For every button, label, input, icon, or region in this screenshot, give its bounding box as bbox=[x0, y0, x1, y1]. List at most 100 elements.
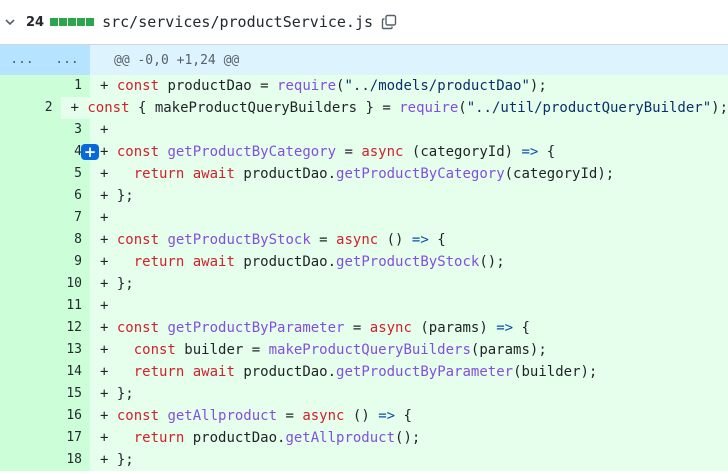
diff-line: 13 + const builder = makeProductQueryBuil… bbox=[0, 339, 728, 361]
diff-line: 6 + }; bbox=[0, 185, 728, 207]
code-token: async bbox=[361, 144, 404, 160]
new-line-number[interactable]: 12 bbox=[44, 317, 90, 339]
diff-line: 16 + const getAllproduct = async () => { bbox=[0, 405, 728, 427]
code-token: require bbox=[277, 78, 337, 94]
code-token: getProductByParameter bbox=[336, 364, 514, 380]
code-line: + const getProductByParameter = async (p… bbox=[90, 317, 728, 339]
old-line-number bbox=[0, 427, 44, 449]
code-token: { makeProductQueryBuilders } = bbox=[129, 100, 400, 116]
new-line-number[interactable]: 10 bbox=[44, 273, 90, 295]
code-token: { bbox=[513, 320, 530, 336]
code-token: = bbox=[277, 408, 303, 424]
old-line-number bbox=[0, 141, 44, 163]
code-token: productDao = bbox=[159, 78, 278, 94]
code-line: + return await productDao.getProductByPa… bbox=[90, 361, 728, 383]
new-line-number[interactable]: 8 bbox=[44, 229, 90, 251]
diffstat-block bbox=[50, 18, 59, 26]
file-path[interactable]: src/services/productService.js bbox=[102, 13, 373, 31]
code-token: + bbox=[100, 364, 134, 380]
code-token: "../util/productQueryBuilder" bbox=[466, 100, 712, 116]
code-token: => bbox=[378, 408, 396, 424]
code-token: const bbox=[116, 232, 160, 248]
diff-table: ... ... @@ -0,0 +1,24 @@ 1 + const produc… bbox=[0, 45, 728, 471]
code-token: = bbox=[344, 320, 370, 336]
code-token: { bbox=[538, 144, 556, 160]
code-token: { bbox=[395, 408, 412, 424]
code-token: (); bbox=[479, 254, 505, 270]
code-token: getAllproduct bbox=[167, 408, 278, 424]
code-token: async bbox=[369, 320, 412, 336]
hunk-header: @@ -0,0 +1,24 @@ bbox=[114, 52, 240, 68]
code-line: + }; bbox=[90, 273, 728, 295]
code-token: productDao. bbox=[234, 166, 337, 182]
old-line-number bbox=[0, 339, 44, 361]
code-token: => bbox=[496, 320, 514, 336]
new-line-number[interactable]: 7 bbox=[44, 207, 90, 229]
expand-up-button[interactable]: ... bbox=[0, 45, 44, 75]
old-line-number bbox=[0, 405, 44, 427]
diff-lines: 1 + const productDao = require("../models… bbox=[0, 75, 728, 471]
code-token: const bbox=[133, 342, 176, 358]
code-token: (categoryId) bbox=[403, 144, 522, 160]
old-line-number bbox=[0, 119, 44, 141]
old-line-number bbox=[0, 229, 44, 251]
chevron-down-icon[interactable] bbox=[4, 16, 16, 28]
diff-line: 14 + return await productDao.getProductBy… bbox=[0, 361, 728, 383]
new-line-number[interactable]: 11 bbox=[44, 295, 90, 317]
new-line-number[interactable]: 2 bbox=[28, 97, 61, 119]
code-token: getProductByStock bbox=[336, 254, 480, 270]
diff-line: 17 + return productDao.getAllproduct(); bbox=[0, 427, 728, 449]
new-line-number[interactable]: 14 bbox=[44, 361, 90, 383]
diff-line: 11 + bbox=[0, 295, 728, 317]
new-line-number[interactable]: 17 bbox=[44, 427, 90, 449]
diff-line: 8 + const getProductByStock = async () =>… bbox=[0, 229, 728, 251]
new-line-number[interactable]: 13 bbox=[44, 339, 90, 361]
code-token: (params) bbox=[411, 320, 497, 336]
code-line: + const builder = makeProductQueryBuilde… bbox=[90, 339, 728, 361]
old-line-number bbox=[0, 361, 44, 383]
expand-down-button[interactable]: ... bbox=[44, 45, 90, 75]
new-line-number[interactable]: 5 bbox=[44, 163, 90, 185]
new-line-number[interactable]: 1 bbox=[44, 75, 90, 97]
code-token: () bbox=[344, 408, 379, 424]
diffstat-block bbox=[68, 18, 77, 26]
new-line-number[interactable]: 3 bbox=[44, 119, 90, 141]
old-line-number bbox=[0, 295, 44, 317]
plus-icon[interactable]: + bbox=[81, 144, 99, 160]
new-line-number[interactable]: 15 bbox=[44, 383, 90, 405]
code-line: + return await productDao.getProductByCa… bbox=[90, 163, 728, 185]
code-token: => bbox=[521, 144, 539, 160]
code-token: productDao. bbox=[234, 254, 337, 270]
code-token: ); bbox=[711, 100, 728, 116]
copy-icon[interactable] bbox=[381, 14, 397, 30]
diff-line: 5 + return await productDao.getProductByC… bbox=[0, 163, 728, 185]
code-token: "../models/productDao" bbox=[344, 78, 530, 94]
code-line: + return productDao.getAllproduct(); bbox=[90, 427, 728, 449]
new-line-number[interactable]: 6 bbox=[44, 185, 90, 207]
code-token: (builder); bbox=[513, 364, 598, 380]
code-token: + bbox=[100, 430, 134, 446]
new-line-number[interactable]: 18 bbox=[44, 449, 90, 471]
diff-line: 2 + const { makeProductQueryBuilders } = … bbox=[0, 97, 728, 119]
diff-line: 18 + }; bbox=[0, 449, 728, 471]
new-line-number[interactable]: 9 bbox=[44, 251, 90, 273]
new-line-number[interactable]: 16 bbox=[44, 405, 90, 427]
code-token: + bbox=[100, 210, 109, 226]
code-token: async bbox=[302, 408, 345, 424]
code-line: + }; bbox=[90, 383, 728, 405]
code-token: () bbox=[378, 232, 412, 248]
code-token: + bbox=[100, 320, 117, 336]
diffstat-bars bbox=[50, 18, 95, 26]
code-token: productDao. bbox=[234, 364, 337, 380]
code-token: const bbox=[116, 408, 160, 424]
code-token: + bbox=[100, 144, 117, 160]
code-line: + return await productDao.getProductBySt… bbox=[90, 251, 728, 273]
diffstat-block bbox=[77, 18, 86, 26]
code-token: builder = bbox=[175, 342, 269, 358]
old-line-number bbox=[0, 383, 44, 405]
code-token: const bbox=[116, 320, 160, 336]
old-line-number bbox=[0, 449, 44, 471]
code-token: + bbox=[100, 408, 117, 424]
